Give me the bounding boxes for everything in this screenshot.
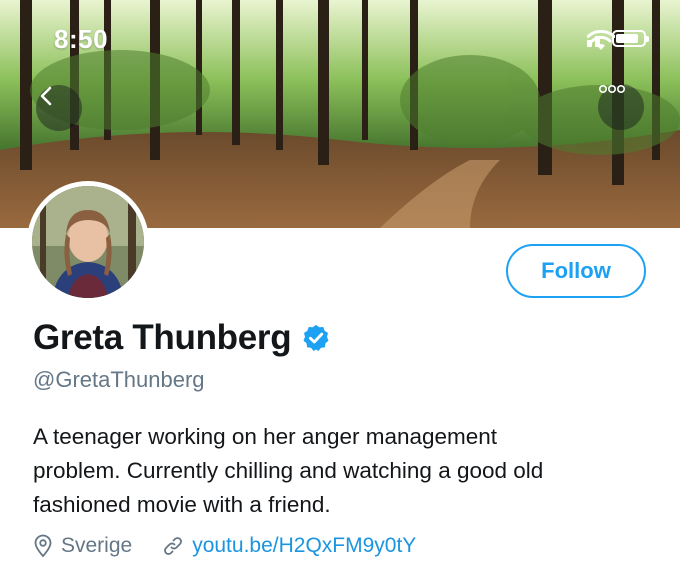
website-item[interactable]: youtu.be/H2QxFM9y0tY [162,534,416,558]
more-options-button[interactable] [598,84,644,130]
location-text: Sverige [61,534,133,557]
avatar[interactable] [27,181,149,303]
status-icons [587,30,649,50]
display-name: Greta Thunberg [33,318,292,357]
name-row: Greta Thunberg [33,318,331,358]
profile-bio: A teenager working on her anger manageme… [33,420,643,522]
bio-line: fashioned movie with a friend. [33,492,331,517]
back-button[interactable] [36,85,82,131]
status-time: 8:50 [54,24,109,54]
bio-line: problem. Currently chilling and watching… [33,458,544,483]
user-handle: @GretaThunberg [33,367,205,392]
profile-avatar-image [32,186,144,298]
bio-line: A teenager working on her anger manageme… [33,424,498,449]
profile-meta: Sverige youtu.be/H2QxFM9y0tY [33,534,416,558]
link-icon [164,537,183,555]
location-item: Sverige [33,534,132,558]
battery-icon [612,30,649,47]
wifi-icon [587,30,615,50]
location-pin-icon [34,534,52,558]
more-horizontal-icon [598,84,625,94]
follow-button[interactable]: Follow [506,244,646,298]
chevron-left-icon [40,86,52,106]
verified-badge-icon [303,324,329,351]
website-link[interactable]: youtu.be/H2QxFM9y0tY [192,534,416,558]
